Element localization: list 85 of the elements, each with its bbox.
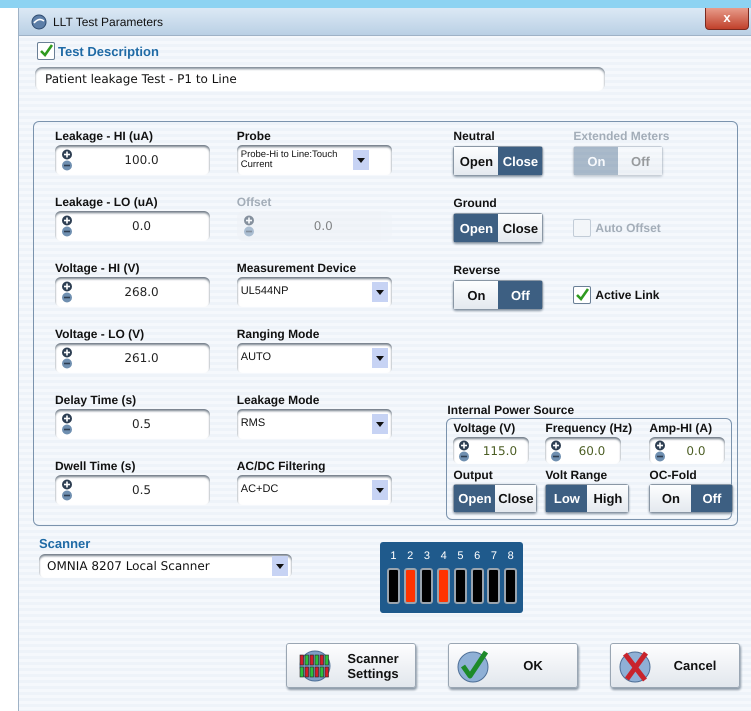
toggle-option[interactable]: On: [454, 281, 498, 309]
spinner-field[interactable]: 0.5: [55, 409, 210, 439]
checkbox[interactable]: [37, 42, 55, 60]
field-label: Ranging Mode: [236, 327, 320, 341]
toggle-option[interactable]: Open: [454, 147, 498, 175]
dropdown[interactable]: AC+DC: [236, 475, 392, 505]
stepper-icon[interactable]: [61, 347, 73, 369]
field-label: Measurement Device: [236, 261, 358, 275]
toggle-option[interactable]: Open: [454, 214, 498, 242]
stepper-icon[interactable]: [61, 281, 73, 303]
toggle-option[interactable]: Open: [454, 485, 496, 512]
checkbox-label: Active Link: [595, 288, 660, 302]
spinner-field[interactable]: 0.0: [55, 211, 210, 241]
cancel-button[interactable]: Cancel: [610, 643, 740, 688]
field-label: Leakage - HI (uA): [55, 129, 154, 143]
window-title: LLT Test Parameters: [53, 14, 164, 28]
switch-label: Output: [453, 468, 493, 482]
section-label: Scanner: [39, 536, 92, 551]
toggle-option[interactable]: On: [650, 485, 692, 512]
channel-number: 5: [457, 550, 464, 562]
group-title: Internal Power Source: [447, 403, 576, 417]
channel-number: 4: [440, 550, 447, 562]
stepper-icon[interactable]: [458, 440, 470, 462]
channel-indicator[interactable]: [470, 568, 484, 604]
field-label: Dwell Time (s): [55, 459, 136, 473]
field-label: Delay Time (s): [55, 393, 138, 407]
toggle-option[interactable]: Close: [498, 214, 542, 242]
field-label: Amp-HI (A): [649, 421, 712, 435]
section-label: Test Description: [58, 44, 159, 58]
channel-number: 1: [390, 550, 396, 562]
channel-indicator[interactable]: [454, 568, 467, 604]
stepper-icon[interactable]: [550, 440, 562, 462]
toggle-option[interactable]: Off: [498, 281, 542, 309]
channel-indicator[interactable]: [420, 568, 434, 604]
checkbox[interactable]: [573, 286, 592, 304]
dropdown[interactable]: Probe-Hi to Line:Touch Current: [236, 145, 392, 175]
spinner-field[interactable]: 100.0: [55, 145, 210, 175]
spinner-field[interactable]: 115.0: [453, 437, 530, 464]
channel-number: 8: [508, 550, 514, 562]
field-label: Leakage - LO (uA): [55, 195, 159, 209]
switch-label: Volt Range: [545, 468, 608, 482]
toggle-option[interactable]: High: [587, 485, 628, 512]
checkbox-label: Auto Offset: [595, 221, 661, 235]
switch-label: Ground: [453, 196, 497, 210]
scanner-dropdown[interactable]: OMNIA 8207 Local Scanner: [39, 554, 292, 578]
spinner-field[interactable]: 60.0: [545, 437, 622, 464]
spinner-field[interactable]: 0.0: [649, 437, 726, 464]
description-field[interactable]: Patient leakage Test - P1 to Line: [35, 67, 605, 91]
field-label: Voltage (V): [453, 421, 516, 435]
spinner-field[interactable]: 261.0: [55, 343, 210, 373]
app-icon: [31, 14, 47, 30]
switch-label: Neutral: [453, 129, 495, 143]
dropdown[interactable]: AUTO: [236, 343, 392, 373]
field-label: Probe: [236, 129, 272, 143]
ok-button[interactable]: OK: [448, 643, 578, 688]
dropdown[interactable]: UL544NP: [236, 277, 392, 307]
stepper-icon[interactable]: [654, 440, 666, 462]
channel-indicator[interactable]: [386, 568, 400, 604]
stepper-icon[interactable]: [61, 413, 73, 435]
toggle-option[interactable]: Close: [498, 147, 542, 175]
field-label: Voltage - HI (V): [55, 261, 140, 275]
toggle-option[interactable]: Close: [495, 485, 536, 512]
channel-indicator[interactable]: [487, 568, 500, 604]
switch-label: Extended Meters: [573, 129, 670, 143]
channel-number: 7: [490, 550, 497, 562]
field-label: Offset: [236, 195, 272, 209]
spinner-field[interactable]: 0.5: [55, 475, 210, 505]
field-label: Frequency (Hz): [545, 421, 632, 435]
channel-number: 6: [474, 550, 480, 562]
field-label: Leakage Mode: [236, 393, 320, 407]
spinner-field[interactable]: 268.0: [55, 277, 210, 307]
channel-number: 2: [407, 550, 414, 562]
stepper-icon[interactable]: [61, 215, 73, 237]
channel-number: 3: [424, 550, 430, 562]
channel-indicator[interactable]: [504, 568, 518, 604]
stepper-icon[interactable]: [61, 149, 73, 171]
field-label: Voltage - LO (V): [55, 327, 146, 341]
switch-label: Reverse: [453, 263, 500, 277]
dropdown[interactable]: RMS: [236, 409, 392, 439]
stepper-icon[interactable]: [61, 479, 73, 501]
switch-label: OC-Fold: [649, 468, 697, 482]
field-label: AC/DC Filtering: [236, 459, 326, 473]
toggle-option[interactable]: Low: [546, 485, 588, 512]
toggle-option[interactable]: Off: [691, 485, 732, 512]
scanner-settings-button[interactable]: Scanner Settings: [286, 643, 416, 688]
